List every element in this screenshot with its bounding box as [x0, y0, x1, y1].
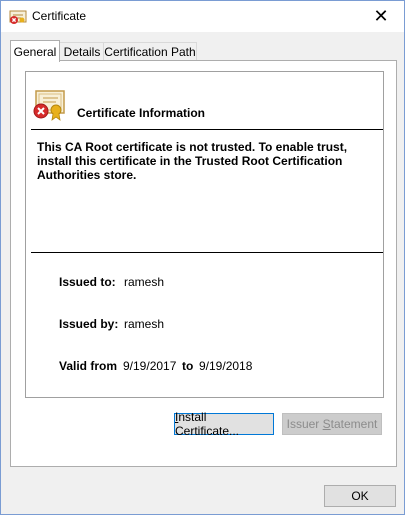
untrusted-certificate-icon [33, 90, 65, 121]
install-certificate-button[interactable]: Install Certificate... [174, 410, 274, 438]
tab-details[interactable]: Details [59, 42, 105, 61]
divider-middle [31, 252, 383, 253]
issuer-statement-button[interactable]: Issuer Statement [282, 413, 382, 435]
ok-button-label: OK [351, 489, 369, 503]
issued-by-value: ramesh [124, 317, 165, 331]
tab-general-label: General [13, 44, 57, 59]
close-button[interactable]: ✕ [358, 1, 404, 32]
valid-to-label: to [182, 359, 194, 373]
close-icon: ✕ [373, 6, 389, 26]
certificate-icon [9, 10, 27, 24]
title-bar[interactable]: Certificate ✕ [1, 1, 404, 32]
certificate-info-box: Certificate Information This CA Root cer… [25, 71, 384, 398]
tab-certification-path-label: Certification Path [104, 45, 196, 59]
certificate-info-title: Certificate Information [77, 106, 206, 120]
valid-to-value: 9/19/2018 [199, 359, 253, 373]
divider-top [31, 129, 383, 130]
trust-warning-text: This CA Root certificate is not trusted.… [37, 140, 348, 182]
issued-to-label: Issued to: [59, 275, 116, 289]
general-tab-panel: Certificate Information This CA Root cer… [10, 60, 397, 467]
issued-to-value: ramesh [124, 275, 165, 289]
valid-from-value: 9/19/2017 [123, 359, 177, 373]
issued-by-label: Issued by: [59, 317, 119, 331]
install-certificate-label: Install Certificate... [175, 410, 240, 438]
ok-button[interactable]: OK [324, 485, 396, 507]
valid-from-label: Valid from [59, 359, 118, 373]
issuer-statement-label: Issuer Statement [286, 417, 378, 431]
tab-details-label: Details [63, 45, 101, 59]
window-title: Certificate [32, 9, 87, 23]
tab-certification-path[interactable]: Certification Path [103, 42, 197, 61]
certificate-dialog: Certificate ✕ General Details Certificat… [0, 0, 405, 515]
tab-general[interactable]: General [10, 40, 60, 62]
